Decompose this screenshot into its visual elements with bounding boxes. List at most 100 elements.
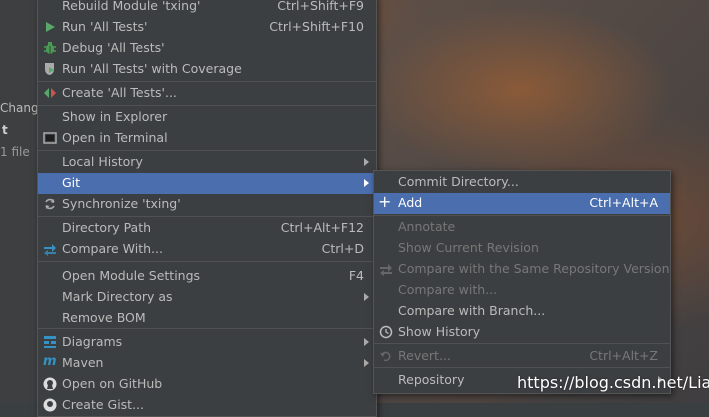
menu-separator [38,150,376,151]
menu-item-rebuild-module[interactable]: Rebuild Module 'txing' Ctrl+Shift+F9 [38,0,376,17]
menu-item-shortcut: Ctrl+Alt+A [589,195,658,210]
clock-icon [379,325,393,339]
menu-item-label: Diagrams [62,334,123,349]
menu-item-show-in-explorer[interactable]: Show in Explorer [38,107,376,128]
menu-separator [38,216,376,217]
submenu-arrow-icon [364,179,369,187]
menu-item-shortcut: Ctrl+Alt+Z [589,348,658,363]
file-count-label: 1 file [0,145,30,159]
menu-item-diagrams[interactable]: Diagrams [38,332,376,353]
menu-item-label: Open Module Settings [62,268,201,283]
project-context-menu: Rebuild Module 'txing' Ctrl+Shift+F9 Run… [37,0,377,417]
menu-separator [38,81,376,82]
submenu-item-compare-same-repo-version[interactable]: Compare with the Same Repository Version [374,259,670,280]
menu-item-label: Revert... [398,348,451,363]
menu-item-label: Add [398,195,423,210]
menu-item-open-on-github[interactable]: Open on GitHub [38,374,376,395]
coverage-icon [43,62,57,76]
submenu-item-revert[interactable]: Revert... Ctrl+Alt+Z [374,346,670,367]
menu-item-label: Git [62,175,81,190]
menu-item-label: Compare with the Same Repository Version [398,261,670,276]
menu-item-label: Show Current Revision [398,240,539,255]
create-test-icon [43,86,57,100]
menu-item-label: Show History [398,324,481,339]
menu-item-git[interactable]: Git [38,173,376,194]
menu-item-label: Remove BOM [62,310,146,325]
menu-item-label: Compare With... [62,241,163,256]
submenu-arrow-icon [364,359,369,367]
github-icon [43,377,57,391]
menu-item-maven[interactable]: m Maven [38,353,376,374]
debug-icon [43,41,57,55]
left-panel-text: t [2,123,8,137]
menu-item-label: Maven [62,355,104,370]
menu-item-synchronize[interactable]: Synchronize 'txing' [38,194,376,215]
menu-item-label: Local History [62,154,143,169]
menu-item-label: Run 'All Tests' [62,19,148,34]
diagrams-icon [43,335,57,349]
menu-item-local-history[interactable]: Local History [38,152,376,173]
menu-item-compare-with[interactable]: Compare With... Ctrl+D [38,239,376,260]
submenu-arrow-icon [364,338,369,346]
menu-item-mark-directory-as[interactable]: Mark Directory as [38,287,376,308]
menu-item-label: Synchronize 'txing' [62,196,181,211]
menu-separator [374,215,670,216]
menu-item-label: Mark Directory as [62,289,173,304]
menu-item-label: Commit Directory... [398,174,519,189]
submenu-item-commit-directory[interactable]: Commit Directory... [374,172,670,193]
revert-icon [379,349,393,363]
menu-item-label: Create 'All Tests'... [62,85,177,100]
watermark-url: https://blog.csdn.net/Liar_ [517,373,709,392]
project-tool-window-strip: Change t 1 file [0,0,38,403]
menu-item-shortcut: Ctrl+D [321,241,364,256]
sync-icon [43,197,57,211]
menu-item-shortcut: Ctrl+Alt+F12 [280,220,364,235]
menu-item-label: Repository [398,372,465,387]
menu-item-create-gist[interactable]: Create Gist... [38,395,376,416]
github-icon [43,398,57,412]
menu-item-label: Show in Explorer [62,109,168,124]
menu-item-label: Directory Path [62,220,152,235]
menu-item-run-with-coverage[interactable]: Run 'All Tests' with Coverage [38,59,376,80]
git-submenu: Commit Directory... + Add Ctrl+Alt+A Ann… [373,170,671,394]
submenu-arrow-icon [364,158,369,166]
submenu-item-show-history[interactable]: Show History [374,322,670,343]
menu-item-shortcut: Ctrl+Shift+F9 [277,0,364,13]
submenu-item-show-current-revision[interactable]: Show Current Revision [374,238,670,259]
menu-item-open-module-settings[interactable]: Open Module Settings F4 [38,266,376,287]
menu-separator [374,343,670,344]
compare-icon [43,242,57,256]
menu-item-open-in-terminal[interactable]: Open in Terminal [38,128,376,149]
menu-item-remove-bom[interactable]: Remove BOM [38,308,376,329]
menu-separator [38,105,376,106]
terminal-icon [43,131,57,145]
plus-icon: + [378,192,392,211]
menu-item-label: Open on GitHub [62,376,163,391]
submenu-arrow-icon [364,293,369,301]
menu-item-shortcut: Ctrl+Shift+F10 [269,19,364,34]
menu-item-shortcut: F4 [348,268,364,283]
submenu-item-annotate[interactable]: Annotate [374,217,670,238]
compare-icon [379,262,393,276]
menu-item-run-all-tests[interactable]: Run 'All Tests' Ctrl+Shift+F10 [38,17,376,38]
menu-item-label: Open in Terminal [62,130,168,145]
menu-item-debug-all-tests[interactable]: Debug 'All Tests' [38,38,376,59]
menu-separator [38,261,376,262]
maven-icon: m [43,354,57,369]
changes-label: Change [0,101,37,115]
run-icon [43,20,57,34]
menu-item-directory-path[interactable]: Directory Path Ctrl+Alt+F12 [38,218,376,239]
submenu-item-compare-with-branch[interactable]: Compare with Branch... [374,301,670,322]
menu-item-label: Compare with Branch... [398,303,546,318]
menu-item-label: Annotate [398,219,456,234]
menu-item-label: Run 'All Tests' with Coverage [62,61,242,76]
menu-item-label: Rebuild Module 'txing' [62,0,201,13]
submenu-item-add[interactable]: + Add Ctrl+Alt+A [374,193,670,214]
menu-item-create-all-tests[interactable]: Create 'All Tests'... [38,83,376,104]
menu-item-label: Create Gist... [62,397,145,412]
menu-item-label: Debug 'All Tests' [62,40,165,55]
menu-separator [374,367,670,368]
menu-item-label: Compare with... [398,282,498,297]
menu-separator [38,328,376,329]
submenu-item-compare-with[interactable]: Compare with... [374,280,670,301]
